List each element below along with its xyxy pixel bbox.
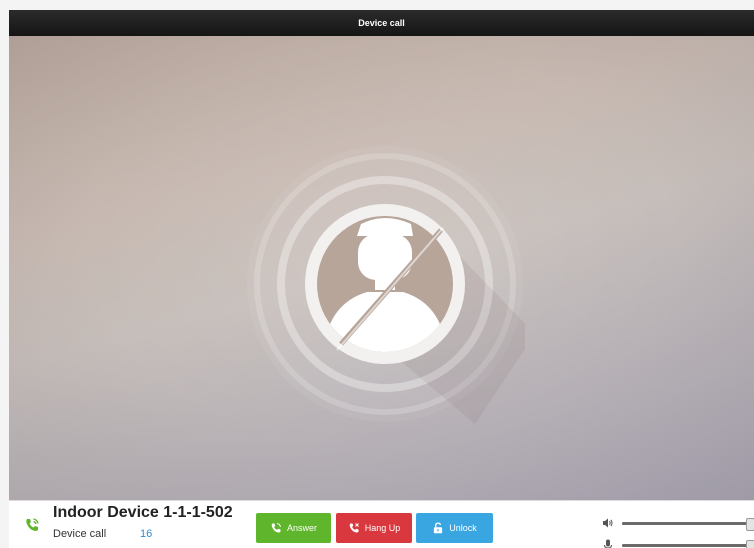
unlock-button[interactable]: Unlock bbox=[416, 513, 493, 543]
device-call-window: Device call Indoor Device 1-1-1-502 Devi… bbox=[9, 10, 754, 548]
hang-up-button-label: Hang Up bbox=[364, 523, 401, 533]
microphone-slider[interactable] bbox=[622, 540, 754, 548]
microphone-icon bbox=[604, 539, 612, 548]
answer-button-label: Answer bbox=[286, 523, 317, 533]
microphone-slider-thumb[interactable] bbox=[746, 540, 754, 548]
microphone-control bbox=[602, 539, 754, 548]
volume-control bbox=[602, 517, 754, 531]
phone-hangup-icon bbox=[349, 523, 359, 533]
padlock-open-icon bbox=[434, 522, 443, 534]
call-duration: 16 bbox=[140, 528, 153, 540]
volume-slider[interactable] bbox=[622, 518, 754, 531]
hang-up-button[interactable]: Hang Up bbox=[336, 513, 412, 543]
unlock-button-label: Unlock bbox=[449, 523, 477, 533]
title-bar: Device call bbox=[9, 10, 754, 36]
video-area bbox=[9, 36, 754, 500]
speaker-icon bbox=[603, 518, 613, 528]
window-title: Device call bbox=[358, 18, 405, 28]
call-type-label: Device call bbox=[53, 528, 107, 540]
call-control-bar: Indoor Device 1-1-1-502 Device call 16 A… bbox=[9, 500, 754, 548]
no-video-avatar-icon bbox=[245, 144, 535, 424]
answer-button[interactable]: Answer bbox=[256, 513, 331, 543]
phone-answer-icon bbox=[271, 523, 281, 533]
phone-ringing-icon bbox=[24, 517, 40, 533]
volume-slider-thumb[interactable] bbox=[746, 518, 754, 531]
device-name: Indoor Device 1-1-1-502 bbox=[53, 504, 233, 521]
